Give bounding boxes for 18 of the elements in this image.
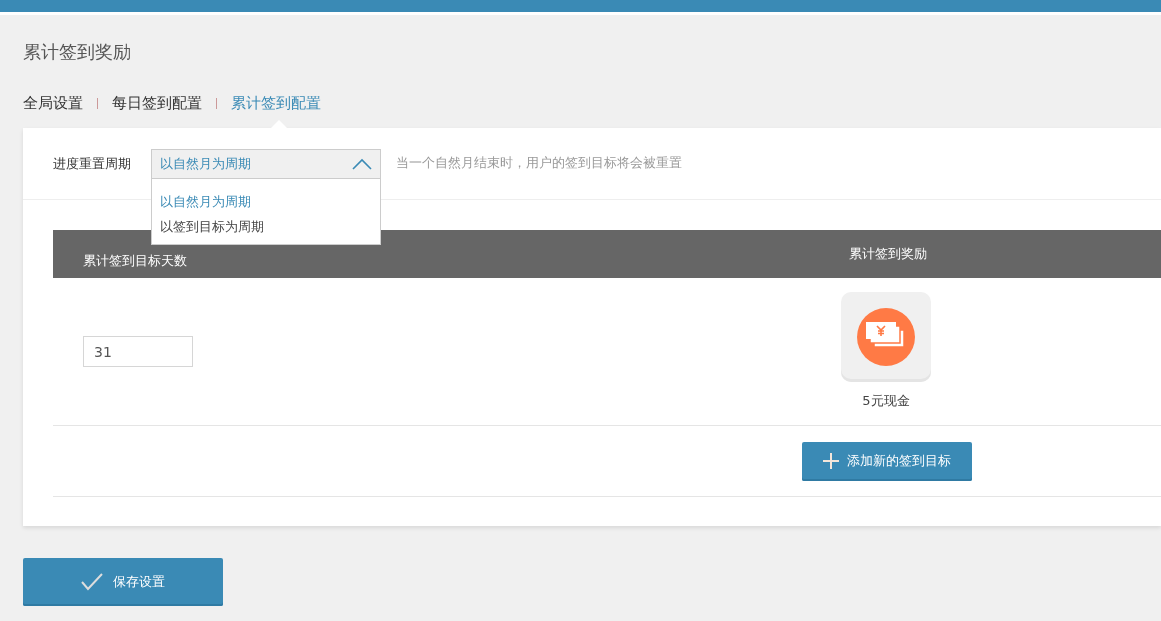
reward-tile[interactable] [841, 292, 931, 382]
save-button[interactable]: 保存设置 [23, 558, 223, 606]
dropdown-option[interactable]: 以签到目标为周期 [160, 214, 380, 239]
reward-label: 5元现金 [862, 392, 910, 410]
column-header: 累计签到目标天数 [82, 252, 188, 270]
dropdown-option[interactable]: 以自然月为周期 [160, 189, 380, 214]
cash-icon [856, 307, 916, 367]
add-target-button[interactable]: 添加新的签到目标 [802, 441, 972, 481]
tab[interactable]: 全局设置 [23, 93, 83, 113]
plus-icon [823, 453, 839, 469]
period-dropdown[interactable]: 以自然月为周期 [151, 149, 381, 179]
check-icon [81, 573, 103, 591]
field-label: 进度重置周期 [53, 155, 132, 173]
page-title: 累计签到奖励 [23, 40, 132, 64]
chevron-icon [352, 158, 372, 170]
tab[interactable]: 每日签到配置 [112, 93, 202, 113]
column-header: 累计签到奖励 [849, 245, 927, 263]
days-input[interactable]: 31 [83, 336, 193, 367]
